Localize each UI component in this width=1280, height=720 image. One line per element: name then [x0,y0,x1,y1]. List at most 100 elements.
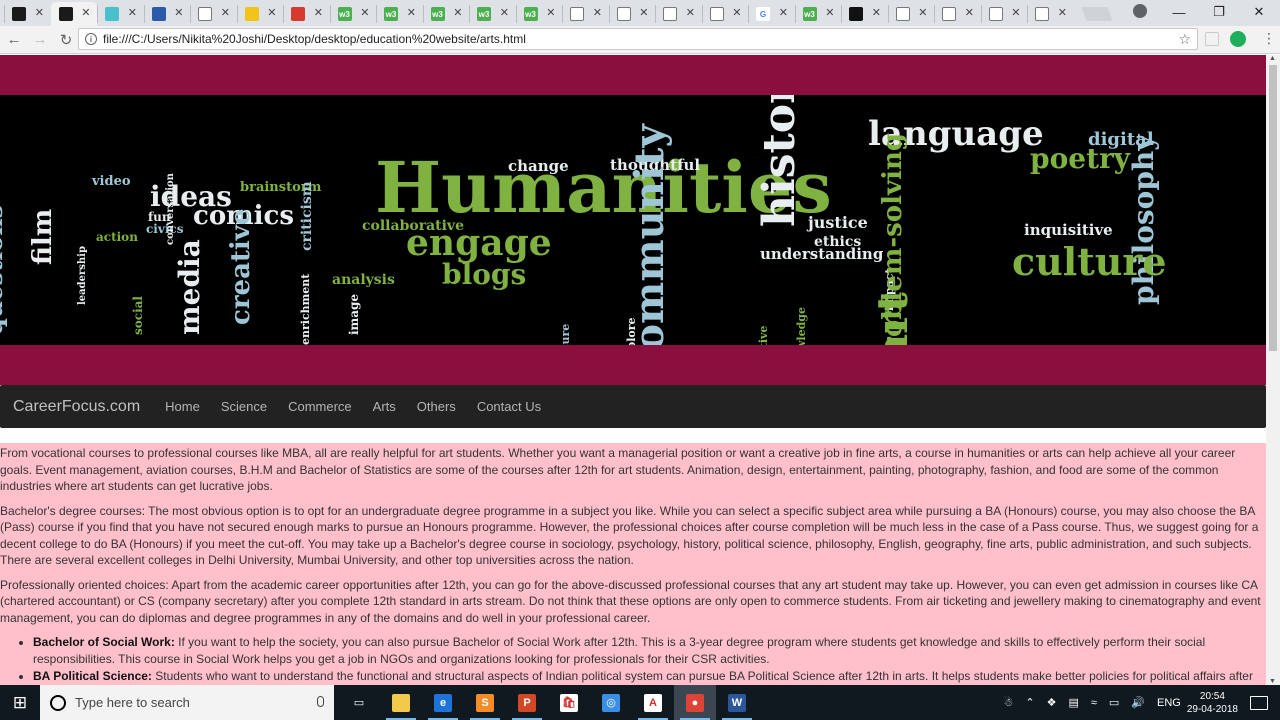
cortana-icon[interactable] [50,694,66,711]
nav-contact-us[interactable]: Contact Us [477,399,541,414]
tab-close-icon[interactable]: ✕ [221,8,230,19]
browser-tab[interactable]: ✕ [701,2,748,26]
tab-close-icon[interactable]: ✕ [267,8,276,19]
browser-tab[interactable]: w3 ✕ [329,2,376,26]
browser-tab[interactable]: ✕ [50,2,97,26]
tab-close-icon[interactable]: ✕ [1011,8,1020,19]
word-icon[interactable]: W [716,685,758,720]
tab-close-icon[interactable]: ✕ [872,8,881,19]
nav-arts[interactable]: Arts [373,399,396,414]
file-explorer-icon-glyph [392,693,410,712]
browser-tab[interactable]: ✕ [236,2,283,26]
browser-tab[interactable]: ✕ [887,2,934,26]
language-indicator[interactable]: ENG [1157,697,1181,709]
nav-commerce[interactable]: Commerce [288,399,352,414]
dropbox-icon[interactable]: ❖ [1047,696,1057,709]
browser-tab[interactable]: ✕ [562,2,608,26]
tab-close-icon[interactable]: ✕ [1058,8,1067,19]
browser-tab[interactable]: ✕ [841,2,887,26]
back-icon[interactable]: ← [2,28,26,52]
pdf-icon[interactable]: A [632,685,674,720]
tab-close-icon[interactable]: ✕ [732,8,741,19]
browser-toolbar: ← → ↻ i file:///C:/Users/Nikita%20Joshi/… [0,26,1280,54]
tab-close-icon[interactable]: ✕ [639,8,648,19]
new-tab-button[interactable] [1080,7,1113,21]
brand-link[interactable]: CareerFocus.com [13,398,140,416]
scroll-down-icon[interactable]: ▼ [1269,678,1276,685]
menu-icon[interactable]: ⋮ [1262,30,1276,47]
tab-close-icon[interactable]: ✕ [407,8,416,19]
scroll-thumb[interactable] [1269,65,1277,351]
edge-icon[interactable]: e [422,685,464,720]
browser-tab[interactable]: ✕ [934,2,980,26]
tab-icon [244,7,259,21]
task-view-icon[interactable]: ▭ [338,685,380,720]
nav-home[interactable]: Home [165,399,200,414]
tab-close-icon[interactable]: ✕ [453,8,462,19]
people-icon[interactable]: ☃ [1003,696,1013,709]
browser-tab[interactable]: ✕ [1027,2,1073,26]
show-hidden-icon[interactable]: ⌃ [1025,696,1034,709]
safari-icon[interactable]: ◎ [590,685,632,720]
tab-close-icon[interactable]: ✕ [360,8,369,19]
tab-close-icon[interactable]: ✕ [825,8,834,19]
browser-tab[interactable]: ✕ [190,2,236,26]
main-content: From vocational courses to professional … [0,443,1266,685]
tab-close-icon[interactable]: ✕ [174,8,183,19]
search-placeholder[interactable]: Type here to search [75,695,190,710]
bookmark-star-icon[interactable]: ☆ [1178,31,1191,48]
browser-tab[interactable]: w3 ✕ [422,2,469,26]
taskbar-search[interactable]: Type here to search [40,685,334,720]
file-explorer-icon[interactable] [380,685,422,720]
nav-science[interactable]: Science [221,399,267,414]
browser-tab[interactable]: ✕ [283,2,329,26]
info-icon[interactable]: i [85,33,97,45]
chrome-icon[interactable]: ● [674,685,716,720]
notifications-icon[interactable] [1250,695,1268,710]
tab-close-icon[interactable]: ✕ [546,8,555,19]
browser-tab[interactable]: w3 ✕ [515,2,562,26]
browser-tab[interactable]: ✕ [97,2,143,26]
browser-tab[interactable]: w3 ✕ [794,2,841,26]
browser-tab[interactable]: ✕ [143,2,190,26]
address-bar[interactable]: i file:///C:/Users/Nikita%20Joshi/Deskto… [78,28,1198,50]
battery-icon[interactable]: ▭ [1109,696,1119,709]
browser-tab[interactable]: ✕ [4,2,50,26]
browser-tab[interactable]: ✕ [655,2,701,26]
store-icon[interactable]: 🛍 [548,685,590,720]
tab-close-icon[interactable]: ✕ [35,8,44,19]
forward-icon[interactable]: → [28,28,52,52]
tab-close-icon[interactable]: ✕ [314,8,323,19]
tab-close-icon[interactable]: ✕ [686,8,695,19]
grammarly-icon[interactable] [1230,31,1246,47]
tab-close-icon[interactable]: ✕ [779,8,788,19]
profile-icon[interactable] [1133,4,1147,18]
browser-tab[interactable]: G ✕ [748,2,794,26]
microphone-icon[interactable] [317,696,324,707]
tab-close-icon[interactable]: ✕ [965,8,974,19]
tab-close-icon[interactable]: ✕ [81,8,90,19]
url-text[interactable]: file:///C:/Users/Nikita%20Joshi/Desktop/… [103,32,526,46]
browser-tab[interactable]: ✕ [980,2,1027,26]
banner-word: inquisitive [1024,221,1113,239]
browser-tab[interactable]: w3 ✕ [469,2,515,26]
windows-start-icon[interactable]: ⊞ [0,685,40,720]
clock[interactable]: 20:54 29-04-2018 [1187,690,1238,716]
network-icon[interactable]: ▤ [1068,696,1078,709]
tab-close-icon[interactable]: ✕ [918,8,927,19]
tab-close-icon[interactable]: ✕ [128,8,137,19]
vertical-scrollbar[interactable]: ▲ ▼ [1266,55,1280,685]
extension-icon[interactable] [1205,32,1219,46]
tab-close-icon[interactable]: ✕ [500,8,509,19]
browser-tab[interactable]: w3 ✕ [376,2,422,26]
volume-icon[interactable]: 🔊 [1131,696,1145,709]
tab-close-icon[interactable]: ✕ [593,8,602,19]
close-window-icon[interactable]: ✕ [1236,0,1280,24]
scroll-up-icon[interactable]: ▲ [1269,55,1276,62]
reload-icon[interactable]: ↻ [54,28,78,52]
nav-others[interactable]: Others [417,399,456,414]
browser-tab[interactable]: ✕ [608,2,655,26]
sublime-icon[interactable]: S [464,685,506,720]
wifi-icon[interactable]: ≈ [1091,697,1097,709]
powerpoint-icon[interactable]: P [506,685,548,720]
